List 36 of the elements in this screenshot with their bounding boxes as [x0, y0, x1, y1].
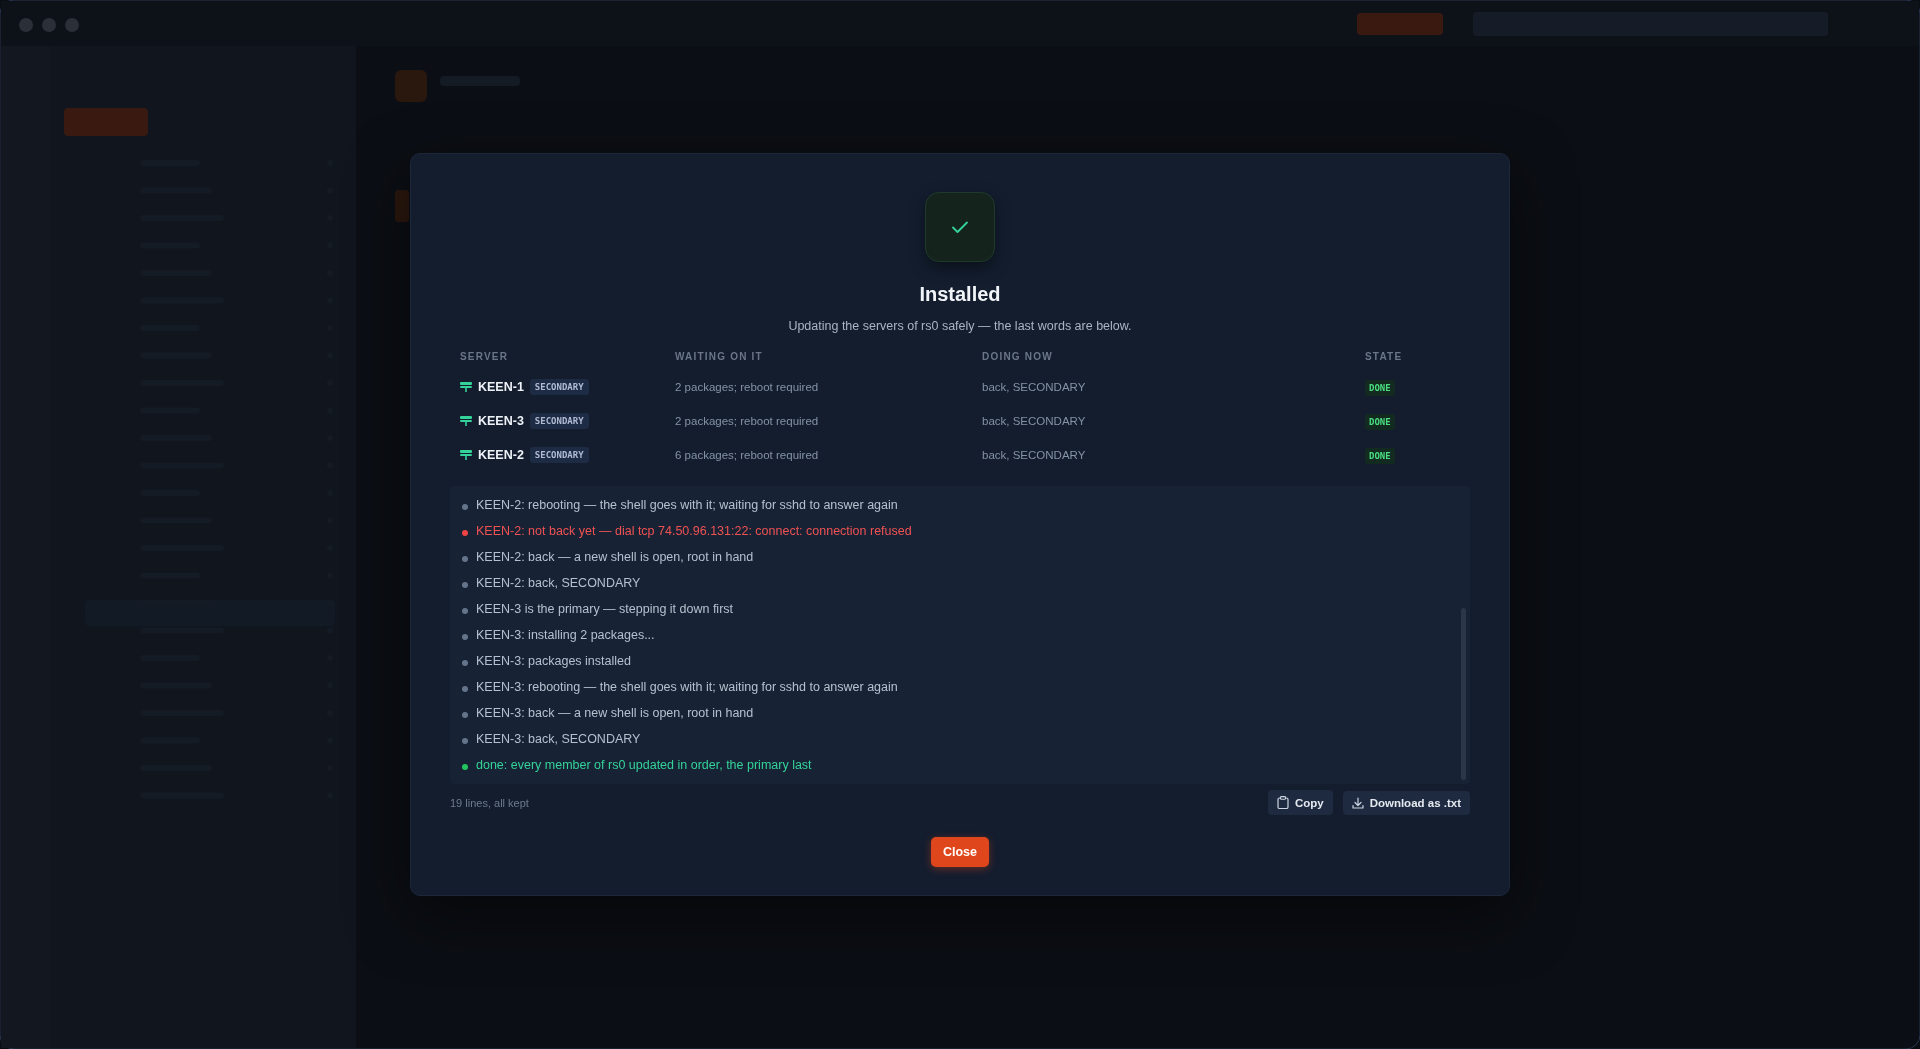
table-cell: 6 packages; reboot required — [675, 449, 819, 461]
log-line: done: every member of rs0 updated in order, the primary last — [476, 758, 812, 772]
state-badge: DONE — [1365, 448, 1395, 464]
role-badge: SECONDARY — [529, 413, 589, 429]
table-cell: back, SECONDARY — [982, 381, 1086, 393]
state-badge: DONE — [1365, 414, 1395, 430]
column-header: SERVER — [460, 351, 509, 362]
log-line: KEEN-3: installing 2 packages... — [476, 628, 655, 642]
server-name: KEEN-1 — [478, 380, 524, 394]
column-header: WAITING ON IT — [675, 351, 763, 362]
log-line: KEEN-3: back, SECONDARY — [476, 732, 641, 746]
log-line: KEEN-2: back, SECONDARY — [476, 576, 641, 590]
role-badge: SECONDARY — [529, 447, 589, 463]
log-line: KEEN-2: rebooting — the shell goes with it; waiting for sshd to answer again — [476, 498, 898, 512]
column-header: STATE — [1365, 351, 1403, 362]
log-line: KEEN-2: not back yet — dial tcp 74.50.96.131:22: connect: connection refused — [476, 524, 912, 538]
state-badge: DONE — [1365, 380, 1395, 396]
log-summary: 19 lines, all kept — [450, 796, 530, 809]
column-header: DOING NOW — [982, 351, 1053, 362]
log-line: KEEN-3: packages installed — [476, 654, 631, 668]
table-cell: back, SECONDARY — [982, 449, 1086, 461]
server-name: KEEN-3 — [478, 414, 524, 428]
log-line: KEEN-3: rebooting — the shell goes with it; waiting for sshd to answer again — [476, 680, 898, 694]
dialog-subtitle: Updating the servers of rs0 safely — the last words are below. — [788, 319, 1132, 333]
log-line: KEEN-3: back — a new shell is open, root in hand — [476, 706, 754, 720]
log-line: KEEN-3 is the primary — stepping it down first — [476, 602, 734, 616]
log-line: KEEN-2: back — a new shell is open, root in hand — [476, 550, 754, 564]
server-name: KEEN-2 — [478, 448, 524, 462]
download-button[interactable]: Download as .txt — [1342, 790, 1470, 815]
copy-button[interactable]: Copy — [1267, 790, 1333, 815]
close-button[interactable]: Close — [930, 837, 989, 867]
table-cell: 2 packages; reboot required — [675, 415, 819, 427]
role-badge: SECONDARY — [529, 379, 589, 395]
table-cell: 2 packages; reboot required — [675, 381, 819, 393]
table-cell: back, SECONDARY — [982, 415, 1086, 427]
dialog-title: Installed — [919, 283, 1001, 306]
